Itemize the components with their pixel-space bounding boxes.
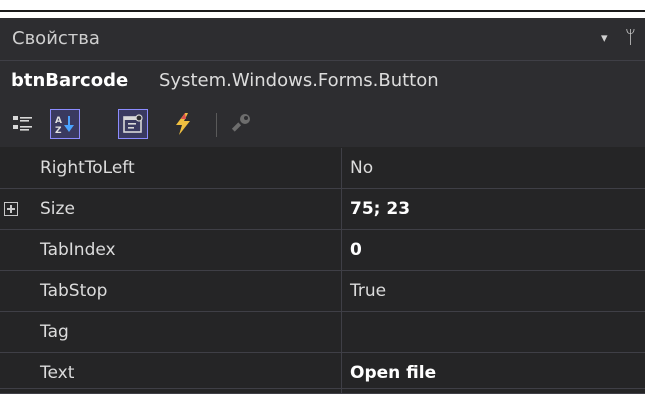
row-gutter (0, 148, 32, 188)
property-row-tag[interactable]: Tag (0, 312, 645, 353)
property-name: Size (32, 189, 342, 229)
property-value[interactable]: Open file (343, 353, 645, 393)
alphabetical-sort-icon: A Z (55, 116, 74, 135)
row-gutter (0, 271, 32, 311)
row-gutter (0, 353, 32, 393)
object-type: System.Windows.Forms.Button (159, 70, 439, 91)
window-top-border (0, 0, 645, 18)
categorized-button[interactable] (8, 109, 38, 139)
row-gutter (0, 230, 32, 270)
expand-plus-icon[interactable] (4, 202, 18, 216)
object-selector[interactable]: btnBarcode System.Windows.Forms.Button (0, 60, 645, 101)
property-value[interactable]: True (343, 271, 645, 311)
property-value[interactable] (343, 312, 645, 352)
svg-text:A: A (55, 116, 62, 126)
events-button[interactable] (168, 109, 198, 139)
property-value[interactable]: 75; 23 (343, 189, 645, 229)
window-position-dropdown-icon[interactable]: ▾ (601, 31, 608, 46)
property-row-righttoleft[interactable]: RightToLeft No (0, 148, 645, 189)
properties-button[interactable] (118, 109, 148, 139)
object-name: btnBarcode (11, 70, 129, 91)
property-grid: RightToLeft No Size 75; 23 TabIndex 0 Ta… (0, 148, 645, 394)
property-pages-button[interactable] (226, 109, 256, 139)
categorized-icon (13, 116, 32, 131)
property-row-tabindex[interactable]: TabIndex 0 (0, 230, 645, 271)
properties-icon (123, 114, 143, 133)
property-name: Tag (32, 312, 342, 352)
property-name: TabIndex (32, 230, 342, 270)
svg-text:Z: Z (55, 126, 62, 135)
panel-title: Свойства (12, 28, 100, 49)
property-value[interactable]: No (343, 148, 645, 188)
panel-title-bar: Свойства ▾ ᛘ (0, 18, 645, 60)
property-name: TabStop (32, 271, 342, 311)
events-lightning-icon (176, 113, 190, 135)
alphabetical-button[interactable]: A Z (50, 109, 80, 139)
toolbar-separator (216, 113, 217, 137)
row-gutter (0, 189, 32, 229)
property-row-size[interactable]: Size 75; 23 (0, 189, 645, 230)
pin-icon[interactable]: ᛘ (625, 27, 636, 48)
properties-toolbar: A Z (0, 101, 645, 147)
property-value[interactable]: 0 (343, 230, 645, 270)
property-name: Text (32, 353, 342, 393)
property-pages-wrench-icon (231, 114, 250, 132)
row-gutter (0, 312, 32, 352)
property-name: RightToLeft (32, 148, 342, 188)
property-row-tabstop[interactable]: TabStop True (0, 271, 645, 312)
